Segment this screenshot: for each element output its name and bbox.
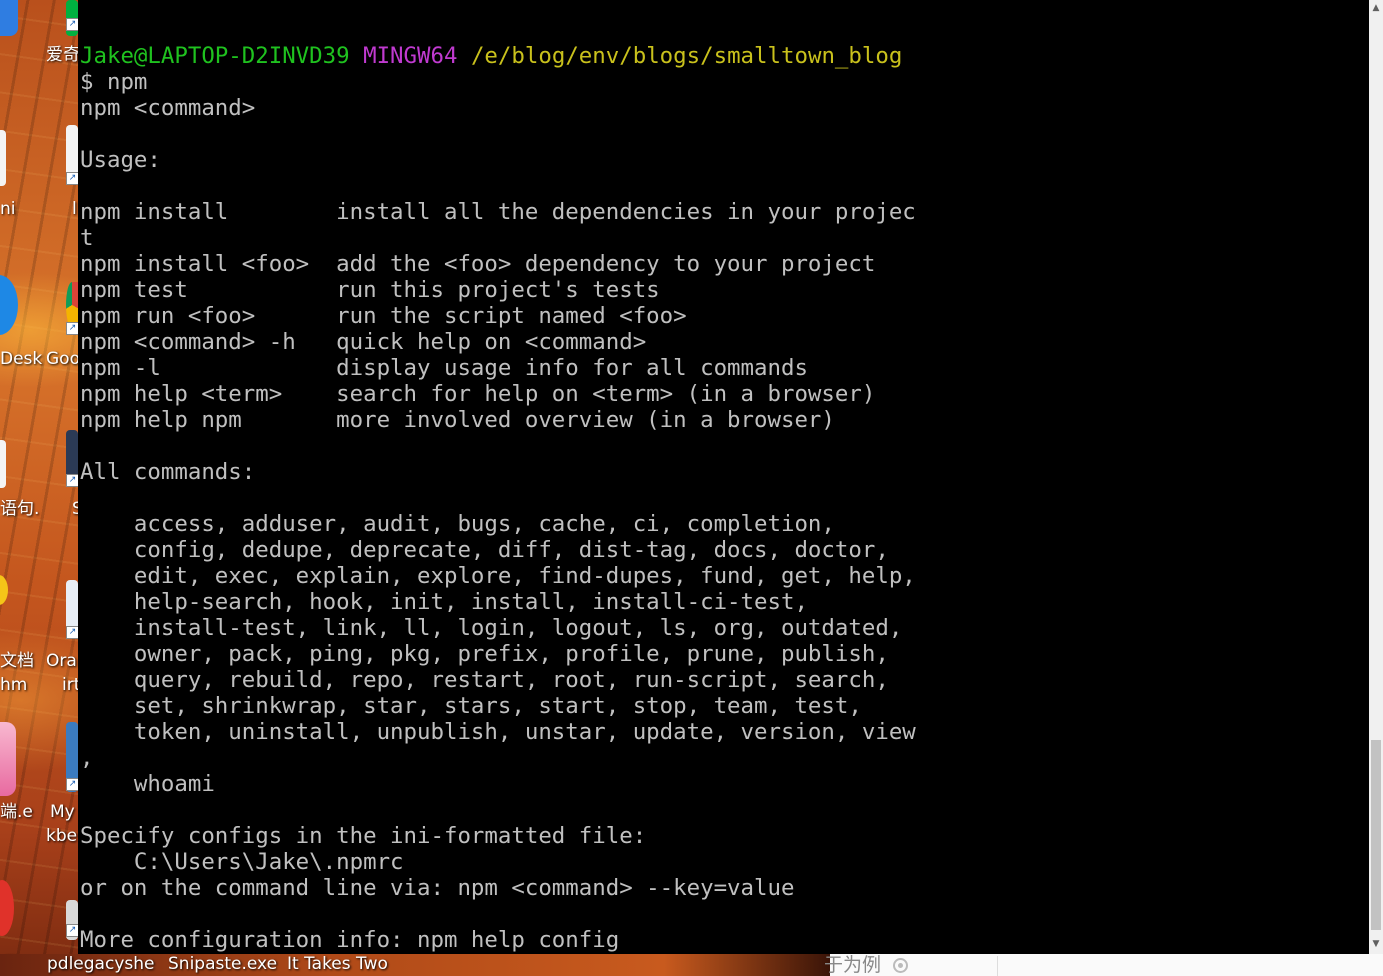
terminal-line: All commands: xyxy=(80,459,256,485)
prompt-path: /e/blog/env/blogs/smalltown_blog xyxy=(470,43,903,69)
terminal-line: npm <command> xyxy=(80,95,256,121)
scroll-down-icon[interactable]: ▼ xyxy=(1370,938,1382,950)
desktop-label-yuju: 语句. xyxy=(0,499,40,519)
browser-text-fragment: 于为例 xyxy=(824,954,882,976)
terminal-line: whoami xyxy=(80,771,215,797)
terminal-line: npm run <foo> run the script named <foo> xyxy=(80,303,687,329)
terminal-line: npm <command> -h quick help on <command> xyxy=(80,329,647,355)
terminal-scrollbar[interactable]: ▲ ▼ xyxy=(1369,0,1383,954)
red-app-icon[interactable] xyxy=(0,880,14,936)
terminal-line: owner, pack, ping, pkg, prefix, profile,… xyxy=(80,641,889,667)
yellow-app-icon[interactable] xyxy=(0,575,8,605)
terminal-line: token, uninstall, unpublish, unstar, upd… xyxy=(80,719,916,745)
terminal-line: Specify configs in the ini-formatted fil… xyxy=(80,823,647,849)
terminal-line: npm help npm more involved overview (in … xyxy=(80,407,835,433)
terminal-line: config, dedupe, deprecate, diff, dist-ta… xyxy=(80,537,889,563)
desktop-label-duan: 端.e xyxy=(0,802,33,822)
desktop-label-wendang: 文档 xyxy=(0,651,34,671)
file-icon[interactable] xyxy=(0,440,6,488)
desktop-label-ni: ni xyxy=(0,199,16,219)
terminal-line: Usage: xyxy=(80,147,161,173)
desktop-label-hm: hm xyxy=(0,675,28,695)
terminal-line: or on the command line via: npm <command… xyxy=(80,875,795,901)
terminal-line: t xyxy=(80,225,94,251)
prompt-shell: MINGW64 xyxy=(363,43,458,69)
app-icon-blue[interactable] xyxy=(0,0,18,36)
desktop-label-it-takes-two[interactable]: It Takes Two xyxy=(287,954,388,974)
terminal-line: install-test, link, ll, login, logout, l… xyxy=(80,615,903,641)
terminal-line: npm install <foo> add the <foo> dependen… xyxy=(80,251,876,277)
terminal-line: npm test run this project's tests xyxy=(80,277,660,303)
terminal-line: npm help <term> search for help on <term… xyxy=(80,381,876,407)
terminal-line: More configuration info: npm help config xyxy=(80,927,620,953)
terminal-line: C:\Users\Jake\.npmrc xyxy=(80,849,404,875)
desktop-label-desk: Desk xyxy=(0,349,43,369)
terminal-output: Jake@LAPTOP-D2INVD39 MINGW64 /e/blog/env… xyxy=(80,43,916,953)
desktop-label-pdlegacyshe[interactable]: pdlegacyshe xyxy=(47,954,154,974)
scroll-thumb[interactable] xyxy=(1371,740,1381,930)
anime-app-icon[interactable] xyxy=(0,722,16,796)
todesk-icon[interactable] xyxy=(0,275,18,335)
document-icon[interactable] xyxy=(0,130,6,186)
terminal-line: access, adduser, audit, bugs, cache, ci,… xyxy=(80,511,835,537)
terminal-line: query, rebuild, repo, restart, root, run… xyxy=(80,667,889,693)
desktop-label-l: l xyxy=(72,199,77,219)
terminal-line: npm install install all the dependencies… xyxy=(80,199,916,225)
scroll-up-icon[interactable]: ▲ xyxy=(1370,2,1382,14)
prompt-user-host: Jake@LAPTOP-D2INVD39 xyxy=(80,43,350,69)
terminal-line: help-search, hook, init, install, instal… xyxy=(80,589,808,615)
desktop-label-aiqi: 爱奇 xyxy=(46,45,80,65)
desktop-label-kbe: kbe xyxy=(46,826,78,846)
desktop-label-goo: Goo xyxy=(46,349,80,369)
terminal-line: npm -l display usage info for all comman… xyxy=(80,355,808,381)
terminal-window[interactable]: Jake@LAPTOP-D2INVD39 MINGW64 /e/blog/env… xyxy=(78,0,1369,954)
divider xyxy=(997,956,998,976)
desktop-label-my: My xyxy=(50,802,75,822)
browser-window-fragment xyxy=(830,954,1383,976)
bottom-strip: pdlegacyshe Snipaste.exe It Takes Two 于为… xyxy=(0,954,1383,976)
terminal-line: set, shrinkwrap, star, stars, start, sto… xyxy=(80,693,862,719)
desktop-label-snipaste[interactable]: Snipaste.exe xyxy=(168,954,277,974)
terminal-line: , xyxy=(80,745,94,771)
desktop-label-ora: Ora xyxy=(46,651,77,671)
terminal-line: edit, exec, explain, explore, find-dupes… xyxy=(80,563,916,589)
terminal-body: $ npm npm <command> Usage: npm install i… xyxy=(80,69,916,953)
terminal-line: $ npm xyxy=(80,69,148,95)
eye-icon xyxy=(893,958,908,973)
